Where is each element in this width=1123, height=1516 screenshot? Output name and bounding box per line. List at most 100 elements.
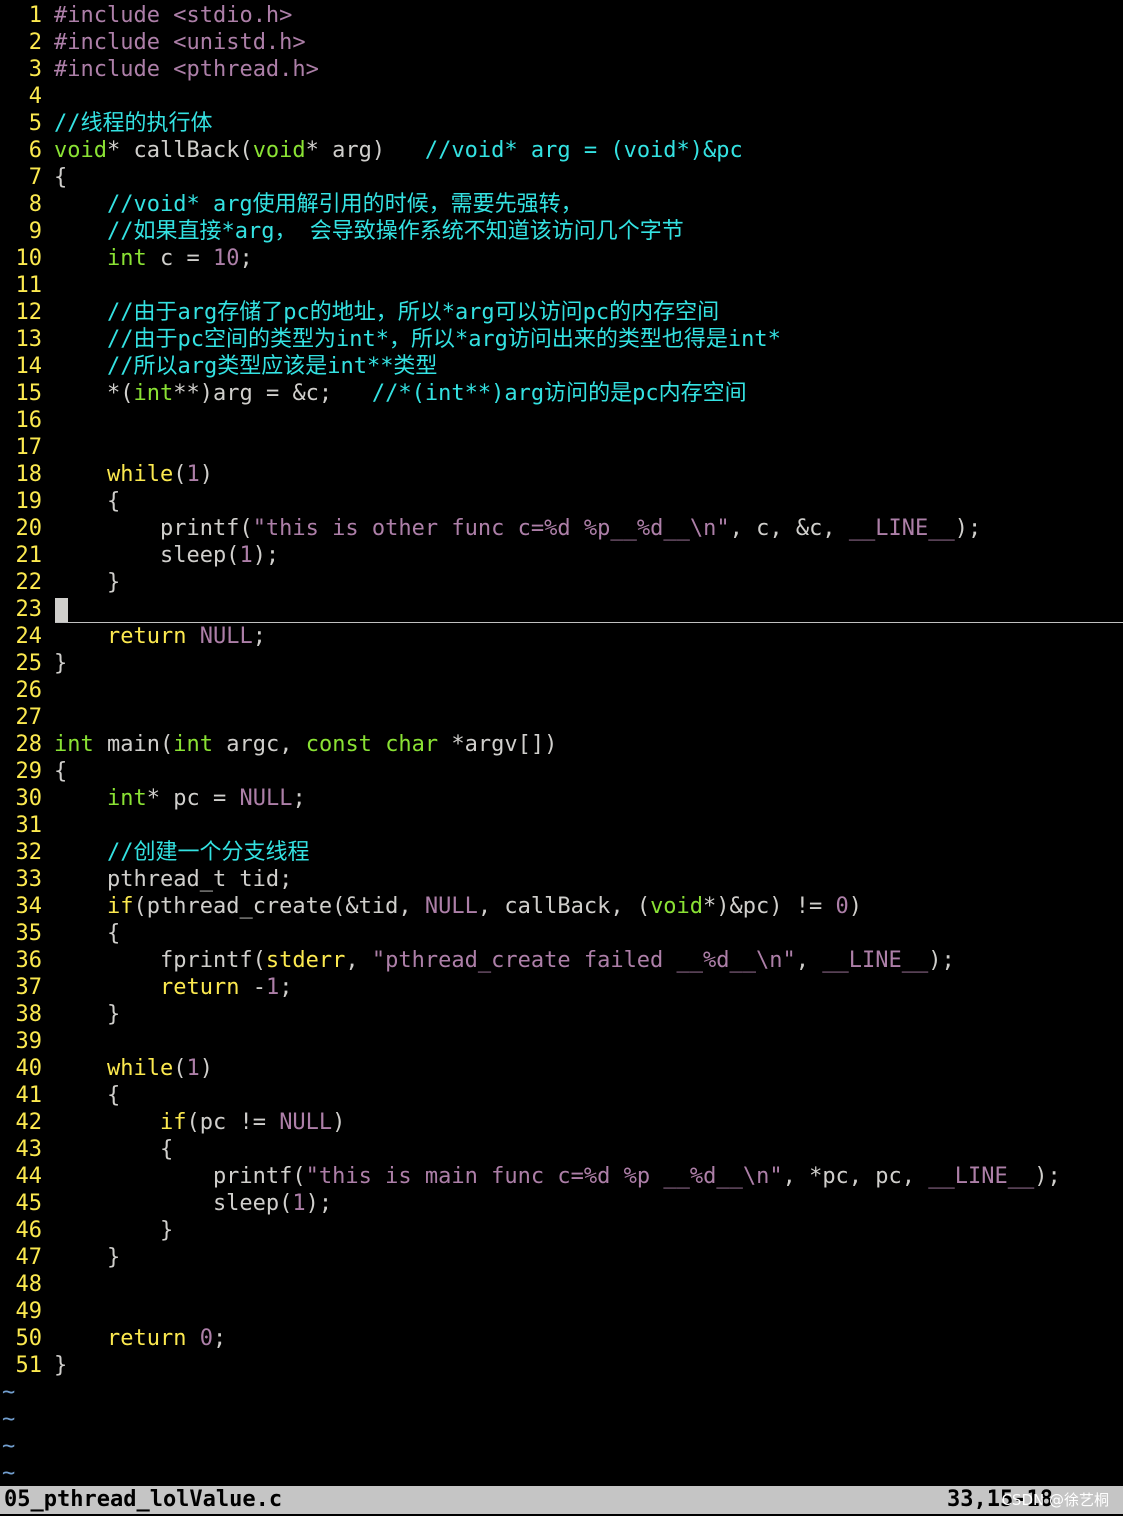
line-number: 20 [15, 516, 43, 541]
line-content: int main(int argc, const char *argv[]) [54, 732, 557, 757]
code-token: *)&pc) != [703, 894, 836, 919]
code-token: ) [848, 894, 862, 919]
code-token: (pthread_create(&tid, [133, 894, 425, 919]
code-token: __LINE__ [822, 948, 929, 973]
line-number: 33 [15, 867, 43, 892]
code-line[interactable]: 45 sleep(1); [0, 1190, 1123, 1217]
line-content: { [54, 921, 120, 946]
code-token: __ [716, 1164, 743, 1189]
code-line[interactable]: 51} [0, 1352, 1123, 1379]
code-line[interactable]: 10 int c = 10; [0, 245, 1123, 272]
code-line[interactable]: 50 return 0; [0, 1325, 1123, 1352]
code-line[interactable]: 30 int* pc = NULL; [0, 785, 1123, 812]
code-token: NULL [424, 894, 478, 919]
code-line[interactable]: 12 //由于arg存储了pc的地址，所以*arg可以访问pc的内存空间 [0, 299, 1123, 326]
code-line[interactable]: 18 while(1) [0, 461, 1123, 488]
code-line[interactable]: 1 #include <stdio.h> [0, 2, 1123, 29]
code-line[interactable]: 46 } [0, 1217, 1123, 1244]
code-line[interactable]: 2 #include <unistd.h> [0, 29, 1123, 56]
code-line[interactable]: 17 [0, 434, 1123, 461]
code-token: int [133, 381, 174, 406]
line-content: } [54, 651, 67, 676]
code-token: //由于pc空间的类型为int*，所以*arg访问出来的类型也得是int* [106, 327, 781, 352]
code-line[interactable]: 31 [0, 812, 1123, 839]
code-editor[interactable]: 1 #include <stdio.h> 2 #include <unistd.h> 3… [0, 2, 1123, 1487]
code-line[interactable]: 20 printf("this is other func c=%d %p__%… [0, 515, 1123, 542]
code-token: } [54, 1002, 121, 1027]
code-line[interactable]: 22 } [0, 569, 1123, 596]
line-content: int c = 10; [54, 246, 253, 271]
line-content: //线程的执行体 [54, 111, 213, 136]
line-content: //所以arg类型应该是int**类型 [54, 354, 437, 379]
code-token: *( [54, 381, 134, 406]
code-line[interactable]: 43 { [0, 1136, 1123, 1163]
code-line[interactable]: 16 [0, 407, 1123, 434]
line-number: 7 [28, 165, 42, 190]
code-line[interactable]: 49 [0, 1298, 1123, 1325]
code-line[interactable]: 3 #include <pthread.h> [0, 56, 1123, 83]
line-number: 15 [15, 381, 43, 406]
code-token: 1 [239, 543, 253, 568]
code-line[interactable]: 33 pthread_t tid; [0, 866, 1123, 893]
code-token: { [54, 759, 68, 784]
code-line[interactable]: 23 [0, 596, 1123, 623]
code-line[interactable]: 5 //线程的执行体 [0, 110, 1123, 137]
code-line[interactable]: 4 [0, 83, 1123, 110]
code-line[interactable]: 47 } [0, 1244, 1123, 1271]
code-line[interactable]: 24 return NULL; [0, 623, 1123, 650]
code-line[interactable]: 21 sleep(1); [0, 542, 1123, 569]
code-token: ; [292, 786, 306, 811]
line-number: 43 [15, 1137, 43, 1162]
code-token: ); [252, 543, 280, 568]
code-line[interactable]: 14 //所以arg类型应该是int**类型 [0, 353, 1123, 380]
code-line[interactable]: 38 } [0, 1001, 1123, 1028]
code-line[interactable]: 9 //如果直接*arg， 会导致操作系统不知道该访问几个字节 [0, 218, 1123, 245]
watermark: CSDN @徐艺桐 [1001, 1491, 1109, 1509]
code-line[interactable]: 15 *(int**)arg = &c; //*(int**)arg访问的是pc… [0, 380, 1123, 407]
code-line[interactable]: 42 if(pc != NULL) [0, 1109, 1123, 1136]
line-content: #include <stdio.h> [54, 3, 292, 28]
code-line[interactable]: 7{ [0, 164, 1123, 191]
code-line[interactable]: 11 [0, 272, 1123, 299]
code-line[interactable]: 28 int main(int argc, const char *argv[]) [0, 731, 1123, 758]
code-line[interactable]: 27 [0, 704, 1123, 731]
code-line[interactable]: 41 { [0, 1082, 1123, 1109]
code-token: int [173, 732, 213, 757]
code-line[interactable]: 39 [0, 1028, 1123, 1055]
code-line[interactable]: 34 if(pthread_create(&tid, NULL, callBac… [0, 893, 1123, 920]
code-line[interactable]: 35 { [0, 920, 1123, 947]
line-number: 45 [15, 1191, 43, 1216]
code-line[interactable]: 8 //void* arg使用解引用的时候，需要先强转， [0, 191, 1123, 218]
line-number: 28 [15, 732, 43, 757]
code-line[interactable]: 29 { [0, 758, 1123, 785]
status-bar: 05_pthread_lolValue.c 33,15-18 CSDN @徐艺桐 [0, 1486, 1123, 1514]
line-number: 22 [15, 570, 43, 595]
code-line[interactable]: 6 void* callBack(void* arg) //void* arg =… [0, 137, 1123, 164]
code-line[interactable]: 19 { [0, 488, 1123, 515]
code-token: , [345, 948, 372, 973]
code-token: int [106, 786, 147, 811]
code-line[interactable]: 40 while(1) [0, 1055, 1123, 1082]
line-number: 47 [15, 1245, 43, 1270]
code-token: "pthread_create failed __ [371, 948, 704, 973]
code-token: , c, &c, [729, 516, 849, 541]
line-number: 4 [28, 84, 42, 109]
code-line[interactable]: 48 [0, 1271, 1123, 1298]
code-token: <pthread.h> [173, 57, 319, 82]
code-token: "this is other func c= [252, 516, 545, 541]
line-content: sleep(1); [54, 1191, 332, 1216]
code-line[interactable]: 37 return -1; [0, 974, 1123, 1001]
line-content: printf("this is main func c=%d %p __%d__… [54, 1164, 1061, 1189]
code-token: sleep( [54, 1191, 293, 1216]
code-line[interactable]: 44 printf("this is main func c=%d %p __%… [0, 1163, 1123, 1190]
code-line[interactable]: 13 //由于pc空间的类型为int*，所以*arg访问出来的类型也得是int* [0, 326, 1123, 353]
code-line[interactable]: 25} [0, 650, 1123, 677]
line-number: 39 [15, 1029, 43, 1054]
code-line[interactable]: 26 [0, 677, 1123, 704]
code-line[interactable]: 36 fprintf(stderr, "pthread_create faile… [0, 947, 1123, 974]
code-line[interactable]: 32 //创建一个分支线程 [0, 839, 1123, 866]
